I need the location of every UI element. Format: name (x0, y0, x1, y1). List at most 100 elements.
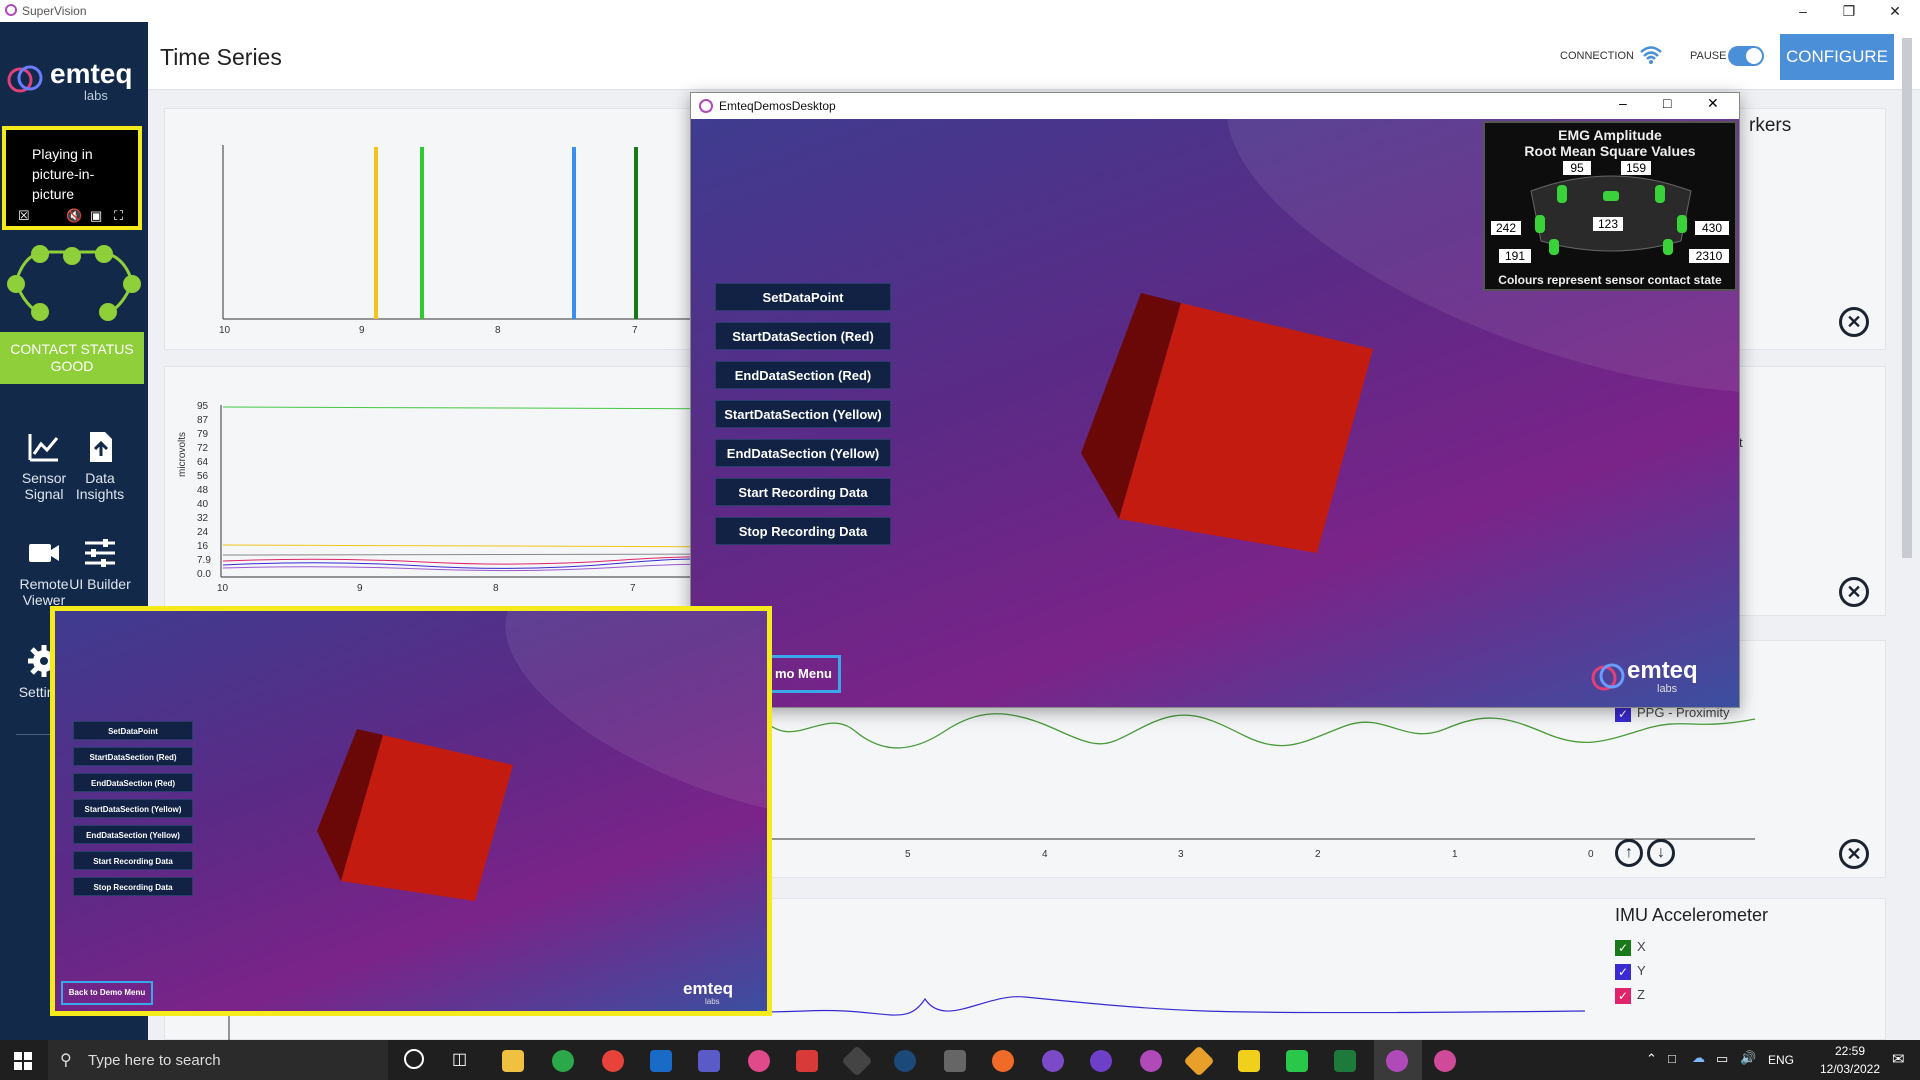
emg-value: 191 (1499, 249, 1531, 263)
minimize-icon[interactable]: – (1780, 0, 1826, 22)
cube-app-icon[interactable] (944, 1050, 966, 1072)
notifications-icon[interactable]: ✉ (1892, 1050, 1905, 1068)
volume-icon[interactable]: 🔊 (1740, 1050, 1756, 1066)
emg-value: 242 (1491, 221, 1521, 235)
chrome-icon[interactable] (602, 1050, 624, 1072)
move-down-button[interactable]: ↓ (1647, 839, 1675, 867)
checkbox[interactable]: ✓ (1615, 963, 1631, 980)
close-pip-icon[interactable]: ☒ (18, 208, 30, 224)
nav-label: UI Builder (69, 576, 131, 592)
taskbar-search[interactable]: ⚲ Type here to search (48, 1040, 388, 1080)
miro-icon[interactable] (1238, 1050, 1260, 1072)
windows-start-icon[interactable] (14, 1052, 32, 1070)
demo-action-button[interactable]: EndDataSection (Yellow) (715, 439, 891, 467)
demo-action-button[interactable]: Stop Recording Data (73, 877, 193, 896)
nav-ui-builder[interactable]: UI Builder (68, 536, 132, 592)
unity-icon[interactable] (841, 1045, 873, 1077)
demo-action-button[interactable]: EndDataSection (Yellow) (73, 825, 193, 844)
y-tick: 16 (197, 541, 209, 552)
restore-icon[interactable]: ❐ (1826, 0, 1872, 22)
network-icon[interactable]: ▭ (1716, 1051, 1728, 1067)
app-icon[interactable] (796, 1050, 818, 1072)
configure-button[interactable]: CONFIGURE (1780, 34, 1894, 80)
slack-icon[interactable] (748, 1050, 770, 1072)
y-tick: 72 (197, 443, 209, 454)
fullscreen-icon[interactable]: ⛶ (114, 208, 123, 224)
close-icon[interactable]: ✕ (1872, 0, 1918, 22)
xbox-icon[interactable] (552, 1050, 574, 1072)
outlook-icon[interactable] (650, 1050, 672, 1072)
checkbox[interactable]: ✓ (1615, 939, 1631, 956)
tray-chevron-icon[interactable]: ⌃ (1646, 1051, 1657, 1067)
task-view-icon[interactable]: ◫ (452, 1049, 467, 1069)
nav-remote-viewer[interactable]: Remote Viewer (12, 536, 76, 608)
x-tick: 10 (217, 583, 229, 594)
language-indicator[interactable]: ENG (1768, 1053, 1794, 1067)
tray-app-icon[interactable]: □ (1668, 1051, 1676, 1066)
demo-action-button[interactable]: Start Recording Data (73, 851, 193, 870)
close-icon[interactable]: ✕ (1707, 95, 1719, 112)
move-up-button[interactable]: ↑ (1615, 839, 1643, 867)
demo-action-button[interactable]: StartDataSection (Yellow) (715, 400, 891, 428)
demo-action-button[interactable]: EndDataSection (Red) (715, 361, 891, 389)
close-panel-button[interactable]: ✕ (1839, 577, 1869, 607)
picture-in-picture-window[interactable]: SetDataPoint StartDataSection (Red) EndDat… (50, 606, 772, 1016)
chart-line-icon (28, 434, 59, 462)
postman-icon[interactable] (992, 1050, 1014, 1072)
minimize-icon[interactable]: – (1619, 95, 1627, 111)
demo-action-button[interactable]: Stop Recording Data (715, 517, 891, 545)
demo-action-button[interactable]: EndDataSection (Red) (73, 773, 193, 792)
back-to-demo-menu-button[interactable]: Back to Demo Menu (61, 981, 153, 1005)
app-icon[interactable] (1042, 1050, 1064, 1072)
back-to-tab-icon[interactable]: ▣ (90, 208, 102, 224)
demo-action-button[interactable]: StartDataSection (Red) (73, 747, 193, 766)
clock-time[interactable]: 22:59 (1818, 1044, 1882, 1058)
toggle-knob (1746, 48, 1762, 64)
legend-z[interactable]: ✓ Z (1615, 987, 1645, 1009)
maximize-icon[interactable]: □ (1663, 95, 1671, 111)
file-explorer-icon[interactable] (502, 1050, 524, 1072)
x-tick: 5 (905, 849, 911, 860)
y-tick: 40 (197, 499, 209, 510)
legend-label: Z (1637, 987, 1645, 1002)
y-tick: 24 (197, 527, 209, 538)
emteq-logo-icon (6, 60, 46, 100)
nav-label: Remote Viewer (19, 576, 69, 608)
cortana-icon[interactable] (404, 1049, 424, 1069)
video-camera-icon (29, 544, 59, 562)
steam-icon[interactable] (894, 1050, 916, 1072)
scrollbar-thumb[interactable] (1902, 38, 1912, 558)
connection-label: CONNECTION (1560, 50, 1634, 62)
x-tick: 10 (219, 325, 231, 336)
emg-value: 123 (1593, 217, 1623, 231)
mute-icon[interactable]: 🔇 (66, 208, 82, 224)
demo-action-button[interactable]: Start Recording Data (715, 478, 891, 506)
close-panel-button[interactable]: ✕ (1839, 839, 1869, 869)
emteq-demos-icon[interactable] (1434, 1050, 1456, 1072)
checkbox[interactable]: ✓ (1615, 987, 1631, 1004)
excel-icon[interactable] (1334, 1050, 1356, 1072)
demo-action-button[interactable]: StartDataSection (Yellow) (73, 799, 193, 818)
git-icon[interactable] (1183, 1045, 1215, 1077)
onedrive-icon[interactable]: ☁ (1692, 1050, 1705, 1066)
demo-action-button[interactable]: StartDataSection (Red) (715, 322, 891, 350)
teams-icon[interactable] (698, 1050, 720, 1072)
brand-sub: labs (84, 88, 108, 103)
nav-data-insights[interactable]: Data Insights (68, 430, 132, 502)
search-placeholder: Type here to search (88, 1052, 221, 1069)
github-icon[interactable] (1090, 1050, 1112, 1072)
panel-title: IMU Accelerometer (1615, 905, 1769, 925)
legend-y[interactable]: ✓ Y (1615, 963, 1646, 985)
demo-action-button[interactable]: SetDataPoint (715, 283, 891, 311)
close-panel-button[interactable]: ✕ (1839, 307, 1869, 337)
legend-x[interactable]: ✓ X (1615, 939, 1646, 961)
demo-action-button[interactable]: SetDataPoint (73, 721, 193, 740)
pause-toggle[interactable] (1728, 46, 1764, 66)
clock-date[interactable]: 12/03/2022 (1818, 1062, 1882, 1076)
media-app-icon[interactable] (1286, 1050, 1308, 1072)
supervision-active-icon[interactable] (1386, 1050, 1408, 1072)
supervision-icon[interactable] (1140, 1050, 1162, 1072)
nav-label: Data Insights (75, 470, 125, 502)
nav-sensor-signal[interactable]: Sensor Signal (12, 430, 76, 502)
emg-value: 430 (1695, 221, 1729, 235)
